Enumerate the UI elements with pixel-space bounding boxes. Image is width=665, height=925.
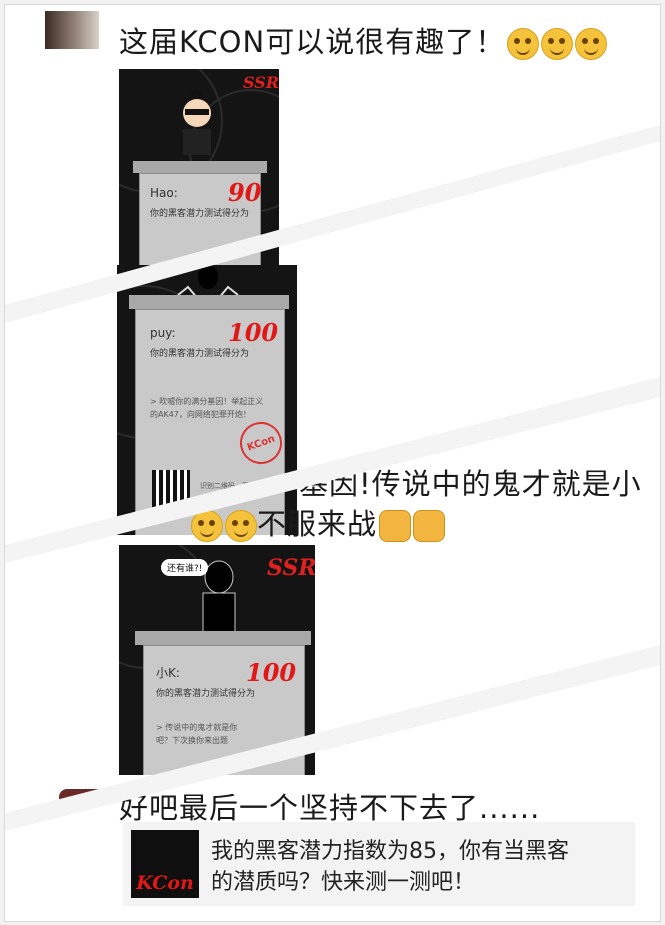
chat-screenshot: 这届KCON可以说很有趣了！ SSR Hao: 90 你的黑客潜力测试得分为 p… (4, 4, 661, 922)
tear-dividers (5, 125, 660, 831)
